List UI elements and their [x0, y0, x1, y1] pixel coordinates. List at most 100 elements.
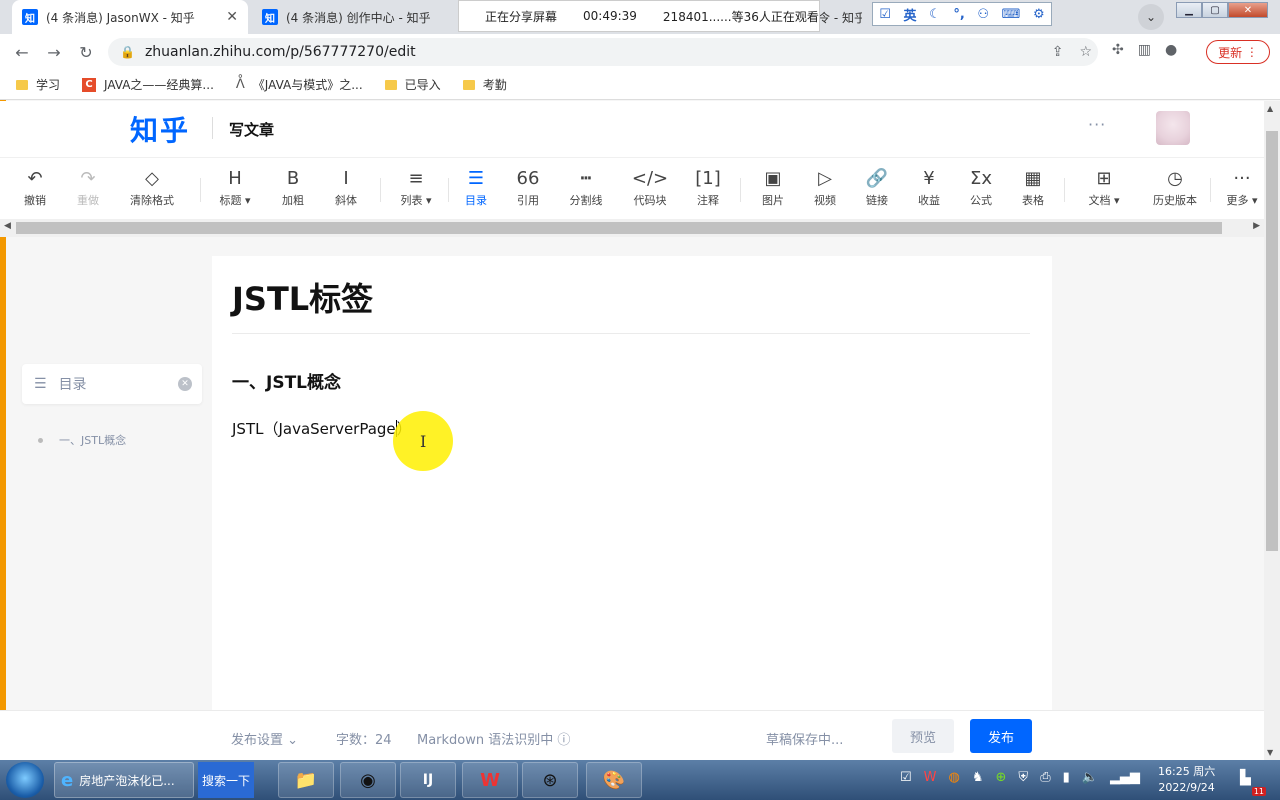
punct-icon[interactable]: °, [953, 7, 964, 22]
side-panel-icon[interactable]: ▥ [1138, 42, 1151, 58]
section-heading[interactable]: 一、JSTL概念 [232, 368, 341, 393]
close-window-button[interactable]: ✕ [1228, 2, 1268, 18]
more-menu-icon[interactable]: ··· [1088, 115, 1106, 134]
share-icon[interactable]: ⇪ [1052, 44, 1064, 60]
url-text[interactable]: zhuanlan.zhihu.com/p/567777270/edit [145, 44, 416, 60]
lock-icon[interactable]: 🔒 [120, 45, 135, 59]
toolbar-bold-button[interactable]: B 加粗 [265, 168, 321, 208]
baidu-icon[interactable]: ◍ [949, 770, 960, 785]
url-bar[interactable]: 🔒 zhuanlan.zhihu.com/p/567777270/edit ⇪ … [108, 38, 1098, 66]
toolbar-table-button[interactable]: ▦ 表格 [1005, 168, 1061, 208]
scroll-up-icon[interactable]: ▲ [1267, 104, 1273, 113]
close-icon[interactable]: ✕ [226, 9, 238, 25]
toolbar-formula-button[interactable]: Σx 公式 [953, 168, 1009, 208]
shield-icon[interactable]: ⛨ [1018, 770, 1028, 785]
zhihu-logo[interactable]: 知乎 [130, 109, 190, 149]
taskbar-search-button[interactable]: 搜索一下 [198, 762, 254, 798]
explorer-icon[interactable]: 📁 [278, 762, 334, 798]
bold-icon: B [286, 168, 300, 189]
taskbar-ie[interactable]: e 房地产泡沫化已... [54, 762, 194, 798]
forward-icon[interactable]: → [38, 43, 70, 62]
horizontal-scrollbar[interactable]: ◀ ▶ [0, 219, 1264, 237]
gear-icon[interactable]: ⚙ [1033, 7, 1045, 22]
update-button[interactable]: 更新 ⋮ [1206, 40, 1270, 64]
bookmark-attendance[interactable]: 考勤 [462, 76, 507, 93]
network-icon[interactable]: ▂▄▆ [1110, 770, 1140, 785]
toolbar-link-button[interactable]: 🔗 链接 [849, 168, 905, 208]
toolbar-image-button[interactable]: ▣ 图片 [745, 168, 801, 208]
toc-icon: ☰ [467, 168, 485, 189]
chrome-icon[interactable]: ◉ [340, 762, 396, 798]
usb-icon[interactable]: ⎙ [1040, 770, 1050, 785]
scroll-down-icon[interactable]: ▼ [1267, 748, 1273, 757]
tab-jasonwx[interactable]: 知 (4 条消息) JasonWX - 知乎 ✕ [12, 0, 248, 34]
toolbar-italic-button[interactable]: I 斜体 [318, 168, 374, 208]
help-icon[interactable]: ⓘ [557, 733, 570, 748]
toolbar-heading-button[interactable]: H 标题 ▾ [207, 168, 263, 208]
ime-toolbar[interactable]: ☑ 英 ☾ °, ⚇ ⌨ ⚙ [872, 2, 1052, 26]
toolbar-undo-button[interactable]: ↶ 撤销 [7, 168, 63, 208]
bookmark-java-algo[interactable]: C JAVA之——经典算... [82, 76, 214, 93]
toolbar-income-button[interactable]: ¥ 收益 [901, 168, 957, 208]
notification-icon[interactable]: ▙ 11 [1240, 770, 1266, 796]
toolbar-history-button[interactable]: ◷ 历史版本 [1147, 168, 1203, 208]
checkbox-icon[interactable]: ☑ [879, 7, 891, 22]
wps-icon[interactable]: W [462, 762, 518, 798]
intellij-icon[interactable]: IJ [400, 762, 456, 798]
toolbar-document-button[interactable]: ⊞ 文档 ▾ [1076, 168, 1132, 208]
scroll-thumb[interactable] [16, 222, 1222, 234]
toc-item[interactable]: 一、JSTL概念 [38, 432, 126, 448]
profile-icon[interactable]: ● [1165, 42, 1177, 58]
university-icon[interactable]: ⊛ [522, 762, 578, 798]
bookmark-study[interactable]: 学习 [16, 76, 60, 93]
bookmark-java-pattern[interactable]: ᐰ 《JAVA与模式》之... [236, 76, 363, 93]
toolbar-list-button[interactable]: ≡ 列表 ▾ [388, 168, 444, 208]
toolbar-more-button[interactable]: ··· 更多 ▾ [1214, 168, 1270, 208]
publish-button[interactable]: 发布 [970, 719, 1032, 753]
system-tray: ☑ W ◍ ♞ ⊕ ⛨ ⎙ ▮ 🔈 ▂▄▆ [900, 770, 1140, 785]
tab-creation-center[interactable]: 知 (4 条消息) 创作中心 - 知乎 [252, 0, 458, 34]
toolbar-clear-format-button[interactable]: ◇ 清除格式 [124, 168, 180, 208]
preview-button[interactable]: 预览 [892, 719, 954, 753]
checkbox-icon[interactable]: ☑ [900, 770, 912, 785]
minimize-button[interactable]: ▁ [1176, 2, 1202, 18]
wps-tray-icon[interactable]: W [924, 770, 937, 785]
system-clock[interactable]: 16:25 周六 2022/9/24 [1158, 764, 1215, 796]
reload-icon[interactable]: ↻ [70, 43, 102, 62]
moon-icon[interactable]: ☾ [929, 7, 941, 22]
toolbar-redo-button[interactable]: ↷ 重做 [60, 168, 116, 208]
windows-taskbar: e 房地产泡沫化已... 搜索一下 📁 ◉ IJ W ⊛ 🎨 ☑ W ◍ ♞ ⊕ … [0, 760, 1280, 800]
scroll-thumb[interactable] [1266, 131, 1278, 551]
toolbar-quote-button[interactable]: 66 引用 [500, 168, 556, 208]
toolbar-code-block-button[interactable]: </> 代码块 [622, 168, 678, 208]
volume-icon[interactable]: 🔈 [1082, 770, 1098, 785]
start-button[interactable] [6, 762, 44, 798]
avatar[interactable] [1156, 111, 1190, 145]
bookmark-star-icon[interactable]: ☆ [1079, 44, 1092, 60]
back-icon[interactable]: ← [6, 43, 38, 62]
toolbar-video-button[interactable]: ▷ 视频 [797, 168, 853, 208]
tab-search-chevron-icon[interactable]: ⌄ [1138, 4, 1164, 30]
maximize-button[interactable]: ▢ [1202, 2, 1228, 18]
scroll-right-icon[interactable]: ▶ [1253, 221, 1260, 231]
bookmark-imported[interactable]: 已导入 [384, 76, 441, 93]
battery-icon[interactable]: ▮ [1063, 770, 1070, 785]
toolbar-divider-button[interactable]: ┅ 分割线 [558, 168, 614, 208]
extensions-icon[interactable]: ✣ [1112, 42, 1124, 58]
paint-icon[interactable]: 🎨 [586, 762, 642, 798]
plus-icon[interactable]: ⊕ [996, 770, 1007, 785]
vertical-scrollbar[interactable]: ▲ ▼ [1264, 101, 1280, 760]
scroll-left-icon[interactable]: ◀ [4, 221, 11, 231]
close-icon[interactable]: ✕ [178, 377, 192, 391]
paragraph[interactable]: JSTL（JavaServerPage） [232, 418, 412, 439]
user-icon[interactable]: ⚇ [977, 7, 989, 22]
qq-icon[interactable]: ♞ [972, 770, 984, 785]
ime-lang[interactable]: 英 [904, 5, 917, 24]
article-title[interactable]: JSTL标签 [232, 274, 373, 320]
keyboard-icon[interactable]: ⌨ [1002, 7, 1021, 22]
editor-canvas[interactable]: JSTL标签 一、JSTL概念 JSTL（JavaServerPage） [212, 256, 1052, 710]
toolbar-toc-button[interactable]: ☰ 目录 [448, 168, 504, 208]
publish-settings-dropdown[interactable]: 发布设置 ⌄ [231, 729, 298, 748]
toolbar-footnote-button[interactable]: [1] 注释 [680, 168, 736, 208]
table-icon: ▦ [1024, 168, 1042, 189]
